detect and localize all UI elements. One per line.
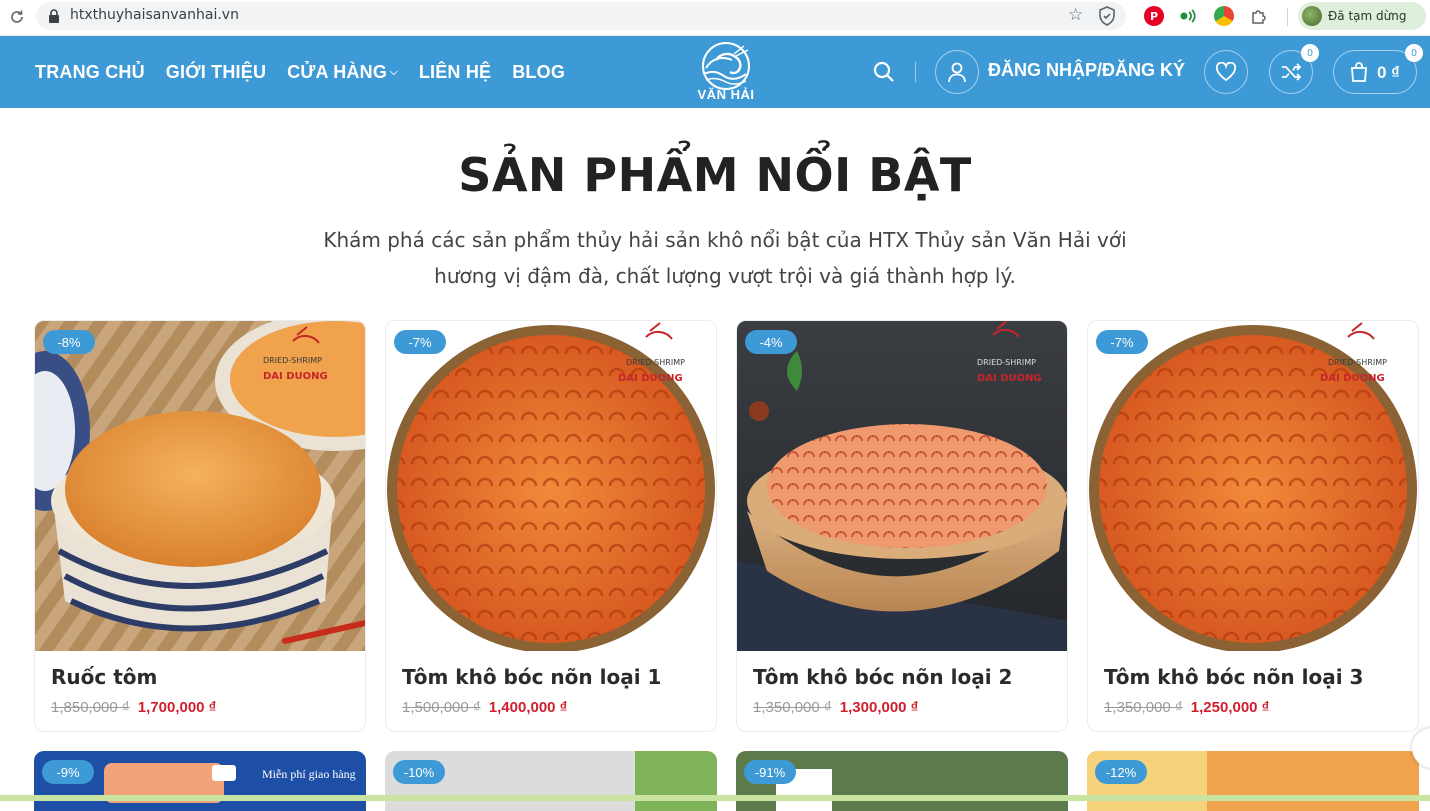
section-subtitle: Khám phá các sản phẩm thủy hải sản khô n… [323, 228, 1127, 288]
site-header: TRANG CHỦ GIỚI THIỆU CỬA HÀNG ⌵ LIÊN HỆ B… [0, 36, 1430, 108]
old-price: 1,500,000 ₫ [402, 699, 481, 716]
compare-count-badge: 0 [1301, 44, 1319, 62]
main-nav: TRANG CHỦ GIỚI THIỆU CỬA HÀNG ⌵ LIÊN HỆ B… [35, 36, 565, 108]
svg-text:DRIED-SHRIMP: DRIED-SHRIMP [626, 358, 685, 367]
svg-text:DAI DUONG: DAI DUONG [263, 371, 328, 382]
free-shipping-note: Miễn phí giao hàng [262, 767, 356, 781]
nav-shop[interactable]: CỬA HÀNG ⌵ [287, 62, 398, 83]
svg-text:DAI DUONG: DAI DUONG [1320, 373, 1385, 384]
lock-icon[interactable] [46, 8, 62, 24]
sale-price: 1,700,000 ₫ [137, 699, 217, 716]
product-card[interactable]: DRIED-SHRIMP DAI DUONG -8% Ruốc tôm 1,85… [34, 320, 366, 732]
cart-total: 0 ₫ [1377, 63, 1400, 82]
old-price: 1,850,000 ₫ [51, 699, 130, 716]
sale-price: 1,250,000 ₫ [1190, 699, 1270, 716]
discount-badge: -91% [744, 760, 796, 784]
product-card[interactable]: -12% [1087, 751, 1419, 811]
section-title: SẢN PHẨM NỔI BẬT [458, 148, 972, 202]
discount-badge: -9% [42, 760, 94, 784]
address-bar[interactable]: htxthuyhaisanvanhai.vn ☆ [36, 2, 1126, 30]
product-card[interactable]: DRIED-SHRIMP DAI DUONG -4% Tôm khô bóc n… [736, 320, 1068, 732]
nav-shop-label: CỬA HÀNG [287, 61, 388, 82]
cart-button[interactable]: 0 ₫ 0 [1333, 44, 1423, 94]
pinterest-icon[interactable]: P [1144, 6, 1164, 26]
product-card[interactable]: DRIED-SHRIMP DAI DUONG -7% Tôm khô bóc n… [1087, 320, 1419, 732]
chevron-down-icon: ⌵ [390, 66, 398, 78]
discount-badge: -8% [43, 330, 95, 354]
puzzle-icon[interactable] [1249, 6, 1269, 26]
product-name[interactable]: Tôm khô bóc nõn loại 3 [1104, 665, 1363, 689]
toolbar-divider [1287, 8, 1288, 26]
product-image[interactable]: DRIED-SHRIMP DAI DUONG [1088, 321, 1419, 651]
page-bottom-edge [0, 795, 1430, 801]
product-card[interactable]: -91% [736, 751, 1068, 811]
product-prices: 1,500,000 ₫ 1,400,000 ₫ [402, 699, 567, 716]
product-prices: 1,350,000 ₫ 1,250,000 ₫ [1104, 699, 1269, 716]
extension-icon[interactable] [1179, 6, 1199, 26]
product-name[interactable]: Tôm khô bóc nõn loại 1 [402, 665, 661, 689]
login-register-link[interactable]: ĐĂNG NHẬP/ĐĂNG KÝ [988, 60, 1185, 81]
product-prices: 1,850,000 ₫ 1,700,000 ₫ [51, 699, 216, 716]
product-image[interactable] [635, 751, 717, 811]
svg-text:DAI DUONG: DAI DUONG [618, 373, 683, 384]
shopping-bag-icon [1351, 62, 1367, 82]
browser-toolbar: htxthuyhaisanvanhai.vn ☆ P Đã tạm dừng [0, 0, 1430, 36]
sale-price: 1,400,000 ₫ [488, 699, 568, 716]
svg-text:DRIED-SHRIMP: DRIED-SHRIMP [1328, 358, 1387, 367]
discount-badge: -10% [393, 760, 445, 784]
search-icon[interactable] [872, 60, 896, 84]
user-icon [948, 62, 966, 83]
logo-text: VĂN HẢI [697, 87, 755, 102]
profile-label: Đã tạm dừng [1328, 9, 1407, 23]
chrome-color-icon[interactable] [1214, 6, 1234, 26]
product-card[interactable]: DRIED-SHRIMP DAI DUONG -7% Tôm khô bóc n… [385, 320, 717, 732]
nav-about[interactable]: GIỚI THIỆU [166, 62, 266, 83]
shuffle-icon [1282, 63, 1302, 81]
old-price: 1,350,000 ₫ [753, 699, 832, 716]
account-button[interactable] [935, 50, 979, 94]
reload-icon[interactable] [6, 6, 28, 28]
wishlist-button[interactable] [1204, 50, 1248, 94]
svg-text:DRIED-SHRIMP: DRIED-SHRIMP [977, 358, 1036, 367]
nav-contact[interactable]: LIÊN HỆ [419, 62, 491, 83]
sale-price: 1,300,000 ₫ [839, 699, 919, 716]
cart-count-badge: 0 [1405, 44, 1423, 62]
avatar [1302, 6, 1322, 26]
svg-text:DRIED-SHRIMP: DRIED-SHRIMP [263, 356, 322, 365]
product-image[interactable]: DRIED-SHRIMP DAI DUONG [35, 321, 366, 651]
product-prices: 1,350,000 ₫ 1,300,000 ₫ [753, 699, 918, 716]
profile-button[interactable]: Đã tạm dừng [1298, 2, 1426, 30]
discount-badge: -12% [1095, 760, 1147, 784]
nav-blog[interactable]: BLOG [512, 62, 565, 83]
nav-home[interactable]: TRANG CHỦ [35, 62, 145, 83]
discount-badge: -7% [394, 330, 446, 354]
header-divider [915, 62, 916, 82]
product-card[interactable]: -10% [385, 751, 717, 811]
shield-icon[interactable] [1098, 6, 1116, 26]
compare-button[interactable]: 0 [1269, 44, 1319, 94]
star-icon[interactable]: ☆ [1068, 5, 1083, 25]
discount-badge: -4% [745, 330, 797, 354]
product-name[interactable]: Ruốc tôm [51, 665, 157, 689]
truck-icon [212, 765, 236, 781]
product-image[interactable]: DRIED-SHRIMP DAI DUONG [737, 321, 1068, 651]
site-logo[interactable]: VĂN HẢI [686, 40, 766, 104]
svg-text:DAI DUONG: DAI DUONG [977, 373, 1042, 384]
old-price: 1,350,000 ₫ [1104, 699, 1183, 716]
discount-badge: -7% [1096, 330, 1148, 354]
product-card[interactable]: Miễn phí giao hàng -9% [34, 751, 366, 811]
product-name[interactable]: Tôm khô bóc nõn loại 2 [753, 665, 1012, 689]
product-image[interactable]: DRIED-SHRIMP DAI DUONG [386, 321, 717, 651]
url-text: htxthuyhaisanvanhai.vn [70, 7, 239, 23]
shrimp-logo-icon [702, 42, 750, 90]
heart-icon [1215, 62, 1237, 82]
